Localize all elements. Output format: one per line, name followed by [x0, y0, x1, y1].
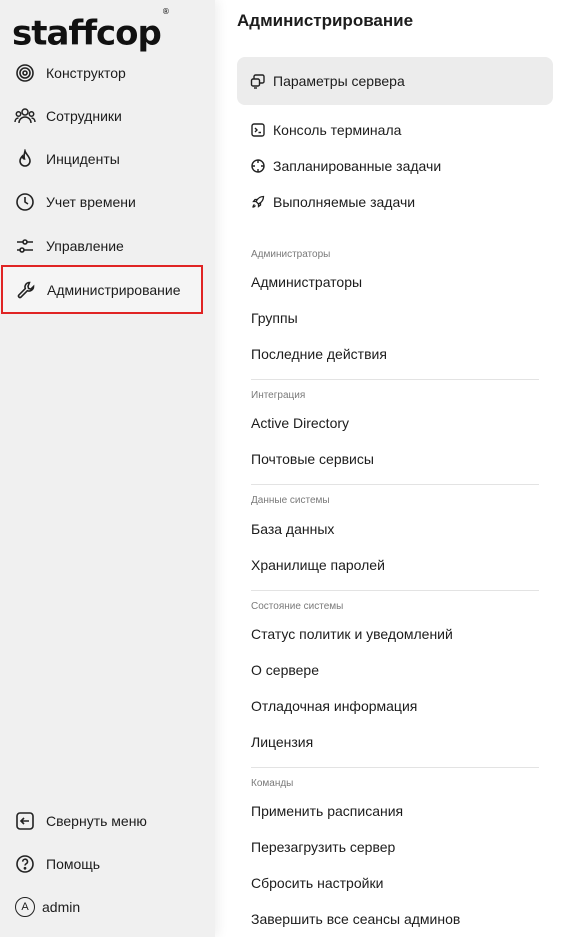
link-reset-settings[interactable]: Сбросить настройки: [251, 875, 383, 891]
divider: [251, 590, 539, 591]
sidebar-item-konstruktor[interactable]: Конструктор: [0, 52, 215, 94]
menu-item-label: Параметры сервера: [273, 73, 405, 89]
menu-item-label: Выполняемые задачи: [273, 194, 416, 210]
section-heading: Команды: [251, 778, 294, 789]
sidebar: staffcop® Конструктор Сотрудники Инциден…: [0, 0, 215, 937]
help-label: Помощь: [46, 856, 101, 872]
link-active-directory[interactable]: Active Directory: [251, 415, 349, 431]
section-heading: Администраторы: [251, 249, 331, 260]
help-button[interactable]: Помощь: [0, 843, 215, 885]
link-recent-actions[interactable]: Последние действия: [251, 346, 387, 362]
link-apply-schedules[interactable]: Применить расписания: [251, 803, 403, 819]
link-password-vault[interactable]: Хранилище паролей: [251, 557, 385, 573]
sidebar-item-administration[interactable]: Администрирование: [1, 265, 203, 314]
link-policy-status[interactable]: Статус политик и уведомлений: [251, 626, 453, 642]
menu-item-terminal-console[interactable]: Консоль терминала: [237, 112, 553, 148]
menu-item-server-params[interactable]: Параметры сервера: [237, 57, 553, 105]
user-menu[interactable]: A admin: [0, 886, 215, 928]
link-restart-server[interactable]: Перезагрузить сервер: [251, 839, 395, 855]
avatar: A: [14, 896, 36, 918]
collapse-icon: [14, 810, 36, 832]
section-heading: Интеграция: [251, 390, 306, 401]
username: admin: [42, 899, 81, 915]
rocket-icon: [249, 193, 267, 211]
sidebar-item-label: Управление: [46, 238, 124, 254]
link-license[interactable]: Лицензия: [251, 734, 313, 750]
sidebar-item-label: Конструктор: [46, 65, 126, 81]
users-icon: [14, 105, 36, 127]
help-icon: [14, 853, 36, 875]
menu-item-label: Запланированные задачи: [273, 158, 442, 174]
link-groups[interactable]: Группы: [251, 310, 298, 326]
terminal-icon: [249, 121, 267, 139]
target-icon: [14, 62, 36, 84]
link-mail-services[interactable]: Почтовые сервисы: [251, 451, 374, 467]
divider: [251, 767, 539, 768]
menu-item-running-tasks[interactable]: Выполняемые задачи: [237, 184, 553, 220]
menu-item-scheduled-tasks[interactable]: Запланированные задачи: [237, 148, 553, 184]
collapse-menu-label: Свернуть меню: [46, 813, 147, 829]
divider: [251, 484, 539, 485]
link-debug-info[interactable]: Отладочная информация: [251, 698, 417, 714]
page-title: Администрирование: [237, 11, 414, 30]
link-end-admin-sessions[interactable]: Завершить все сеансы админов: [251, 911, 460, 927]
schedule-icon: [249, 157, 267, 175]
sidebar-item-sotrudniki[interactable]: Сотрудники: [0, 95, 215, 137]
collapse-menu-button[interactable]: Свернуть меню: [0, 800, 215, 842]
sidebar-item-incidenty[interactable]: Инциденты: [0, 138, 215, 180]
section-heading: Состояние системы: [251, 601, 344, 612]
staffcop-logo[interactable]: staffcop®: [12, 7, 170, 53]
link-database[interactable]: База данных: [251, 521, 334, 537]
flame-icon: [14, 148, 36, 170]
sidebar-item-management[interactable]: Управление: [0, 225, 215, 267]
sidebar-item-label: Администрирование: [47, 281, 181, 298]
sidebar-item-label: Учет времени: [46, 194, 136, 210]
menu-item-label: Консоль терминала: [273, 122, 402, 138]
link-administrators[interactable]: Администраторы: [251, 274, 362, 290]
divider: [251, 379, 539, 380]
wrench-icon: [15, 279, 37, 301]
sidebar-item-label: Инциденты: [46, 151, 120, 167]
section-heading: Данные системы: [251, 495, 330, 506]
link-about-server[interactable]: О сервере: [251, 662, 319, 678]
sliders-icon: [14, 235, 36, 257]
clock-icon: [14, 191, 36, 213]
sidebar-item-time-tracking[interactable]: Учет времени: [0, 181, 215, 223]
sidebar-item-label: Сотрудники: [46, 108, 122, 124]
server-icon: [249, 72, 267, 90]
